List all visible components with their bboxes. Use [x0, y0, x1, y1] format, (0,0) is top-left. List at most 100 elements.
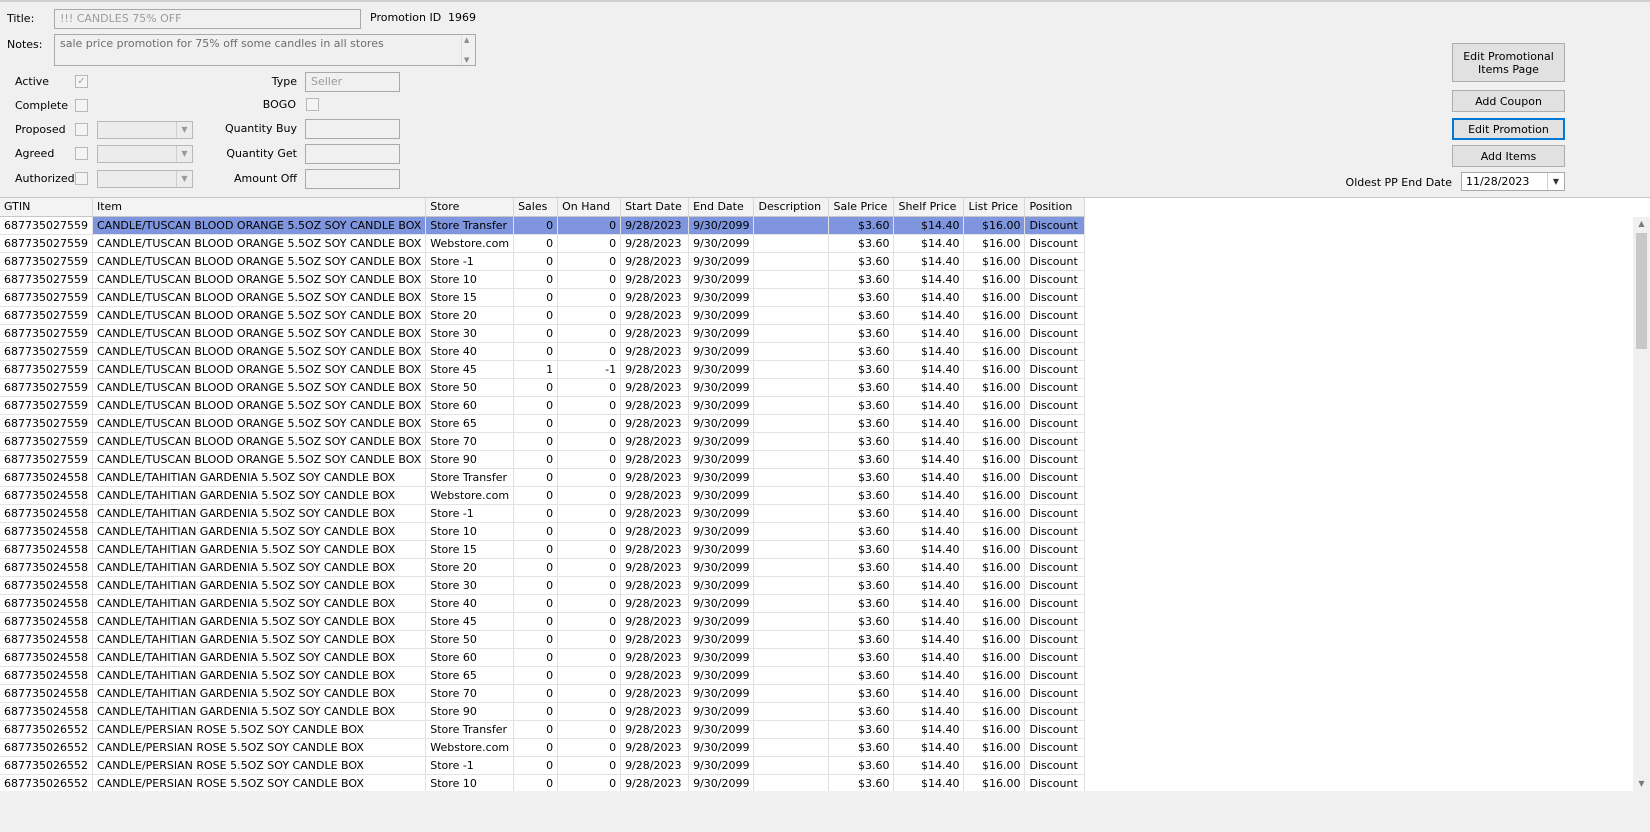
cell-sale-price[interactable]: $3.60	[828, 468, 895, 487]
cell-gtin[interactable]: 687735027559	[0, 342, 93, 361]
cell-shelf-price[interactable]: $14.40	[893, 270, 965, 289]
cell-sales[interactable]: 0	[513, 324, 559, 343]
cell-end-date[interactable]: 9/30/2099	[688, 558, 755, 577]
cell-store[interactable]: Store 20	[425, 558, 515, 577]
authorized-dropdown[interactable]: ▼	[97, 170, 193, 188]
cell-start-date[interactable]: 9/28/2023	[620, 720, 690, 739]
cell-end-date[interactable]: 9/30/2099	[688, 774, 755, 791]
cell-list-price[interactable]: $16.00	[963, 414, 1026, 433]
cell-position[interactable]: Discount	[1024, 558, 1086, 577]
cell-sales[interactable]: 0	[513, 576, 559, 595]
cell-on-hand[interactable]: 0	[557, 270, 622, 289]
cell-item[interactable]: CANDLE/TAHITIAN GARDENIA 5.5OZ SOY CANDL…	[92, 594, 427, 613]
cell-sales[interactable]: 0	[513, 306, 559, 325]
column-header-end-date[interactable]: End Date	[688, 198, 755, 217]
cell-description[interactable]	[753, 216, 830, 235]
cell-sales[interactable]: 0	[513, 666, 559, 685]
cell-item[interactable]: CANDLE/TUSCAN BLOOD ORANGE 5.5OZ SOY CAN…	[92, 378, 427, 397]
cell-store[interactable]: Store 90	[425, 450, 515, 469]
cell-description[interactable]	[753, 756, 830, 775]
cell-description[interactable]	[753, 360, 830, 379]
cell-start-date[interactable]: 9/28/2023	[620, 774, 690, 791]
cell-item[interactable]: CANDLE/PERSIAN ROSE 5.5OZ SOY CANDLE BOX	[92, 756, 427, 775]
table-row[interactable]: 687735027559 CANDLE/TUSCAN BLOOD ORANGE 5…	[0, 396, 1086, 415]
cell-sales[interactable]: 0	[513, 234, 559, 253]
cell-on-hand[interactable]: 0	[557, 324, 622, 343]
cell-description[interactable]	[753, 288, 830, 307]
cell-position[interactable]: Discount	[1024, 612, 1086, 631]
cell-item[interactable]: CANDLE/TAHITIAN GARDENIA 5.5OZ SOY CANDL…	[92, 486, 427, 505]
cell-list-price[interactable]: $16.00	[963, 720, 1026, 739]
scroll-up-icon[interactable]: ▲	[464, 36, 469, 44]
cell-start-date[interactable]: 9/28/2023	[620, 288, 690, 307]
cell-start-date[interactable]: 9/28/2023	[620, 216, 690, 235]
cell-end-date[interactable]: 9/30/2099	[688, 648, 755, 667]
cell-position[interactable]: Discount	[1024, 252, 1086, 271]
authorized-checkbox[interactable]	[75, 172, 88, 185]
cell-position[interactable]: Discount	[1024, 720, 1086, 739]
table-row[interactable]: 687735024558 CANDLE/TAHITIAN GARDENIA 5.5…	[0, 648, 1086, 667]
cell-position[interactable]: Discount	[1024, 702, 1086, 721]
table-row[interactable]: 687735027559 CANDLE/TUSCAN BLOOD ORANGE 5…	[0, 324, 1086, 343]
table-row[interactable]: 687735026552 CANDLE/PERSIAN ROSE 5.5OZ SO…	[0, 756, 1086, 775]
table-row[interactable]: 687735027559 CANDLE/TUSCAN BLOOD ORANGE 5…	[0, 450, 1086, 469]
cell-gtin[interactable]: 687735026552	[0, 720, 93, 739]
cell-end-date[interactable]: 9/30/2099	[688, 342, 755, 361]
cell-store[interactable]: Store 60	[425, 648, 515, 667]
cell-item[interactable]: CANDLE/TAHITIAN GARDENIA 5.5OZ SOY CANDL…	[92, 666, 427, 685]
cell-end-date[interactable]: 9/30/2099	[688, 594, 755, 613]
cell-description[interactable]	[753, 684, 830, 703]
cell-list-price[interactable]: $16.00	[963, 684, 1026, 703]
cell-end-date[interactable]: 9/30/2099	[688, 522, 755, 541]
cell-gtin[interactable]: 687735024558	[0, 666, 93, 685]
cell-item[interactable]: CANDLE/TAHITIAN GARDENIA 5.5OZ SOY CANDL…	[92, 684, 427, 703]
column-header-position[interactable]: Position	[1024, 198, 1086, 217]
cell-position[interactable]: Discount	[1024, 342, 1086, 361]
cell-list-price[interactable]: $16.00	[963, 630, 1026, 649]
title-field[interactable]: !!! CANDLES 75% OFF	[54, 9, 361, 29]
column-header-list-price[interactable]: List Price	[963, 198, 1026, 217]
cell-list-price[interactable]: $16.00	[963, 738, 1026, 757]
table-row[interactable]: 687735024558 CANDLE/TAHITIAN GARDENIA 5.5…	[0, 486, 1086, 505]
cell-item[interactable]: CANDLE/PERSIAN ROSE 5.5OZ SOY CANDLE BOX	[92, 720, 427, 739]
cell-sale-price[interactable]: $3.60	[828, 486, 895, 505]
cell-gtin[interactable]: 687735027559	[0, 252, 93, 271]
cell-on-hand[interactable]: -1	[557, 360, 622, 379]
cell-store[interactable]: Store 30	[425, 324, 515, 343]
cell-end-date[interactable]: 9/30/2099	[688, 684, 755, 703]
cell-list-price[interactable]: $16.00	[963, 540, 1026, 559]
column-header-sale-price[interactable]: Sale Price	[828, 198, 895, 217]
cell-end-date[interactable]: 9/30/2099	[688, 720, 755, 739]
scrollbar-thumb[interactable]	[1636, 233, 1647, 349]
cell-description[interactable]	[753, 252, 830, 271]
cell-shelf-price[interactable]: $14.40	[893, 648, 965, 667]
cell-store[interactable]: Store 65	[425, 666, 515, 685]
cell-shelf-price[interactable]: $14.40	[893, 468, 965, 487]
cell-store[interactable]: Store 70	[425, 432, 515, 451]
table-row[interactable]: 687735027559 CANDLE/TUSCAN BLOOD ORANGE 5…	[0, 414, 1086, 433]
cell-start-date[interactable]: 9/28/2023	[620, 612, 690, 631]
cell-on-hand[interactable]: 0	[557, 504, 622, 523]
cell-description[interactable]	[753, 702, 830, 721]
cell-shelf-price[interactable]: $14.40	[893, 486, 965, 505]
cell-position[interactable]: Discount	[1024, 684, 1086, 703]
cell-sale-price[interactable]: $3.60	[828, 504, 895, 523]
cell-description[interactable]	[753, 270, 830, 289]
cell-start-date[interactable]: 9/28/2023	[620, 756, 690, 775]
table-row[interactable]: 687735027559 CANDLE/TUSCAN BLOOD ORANGE 5…	[0, 306, 1086, 325]
cell-list-price[interactable]: $16.00	[963, 324, 1026, 343]
cell-start-date[interactable]: 9/28/2023	[620, 738, 690, 757]
cell-shelf-price[interactable]: $14.40	[893, 684, 965, 703]
cell-item[interactable]: CANDLE/TUSCAN BLOOD ORANGE 5.5OZ SOY CAN…	[92, 342, 427, 361]
table-row[interactable]: 687735024558 CANDLE/TAHITIAN GARDENIA 5.5…	[0, 522, 1086, 541]
cell-description[interactable]	[753, 414, 830, 433]
table-row[interactable]: 687735024558 CANDLE/TAHITIAN GARDENIA 5.5…	[0, 612, 1086, 631]
cell-gtin[interactable]: 687735027559	[0, 432, 93, 451]
cell-shelf-price[interactable]: $14.40	[893, 216, 965, 235]
cell-position[interactable]: Discount	[1024, 666, 1086, 685]
cell-end-date[interactable]: 9/30/2099	[688, 450, 755, 469]
cell-end-date[interactable]: 9/30/2099	[688, 432, 755, 451]
cell-start-date[interactable]: 9/28/2023	[620, 360, 690, 379]
cell-item[interactable]: CANDLE/TAHITIAN GARDENIA 5.5OZ SOY CANDL…	[92, 612, 427, 631]
cell-sales[interactable]: 0	[513, 594, 559, 613]
